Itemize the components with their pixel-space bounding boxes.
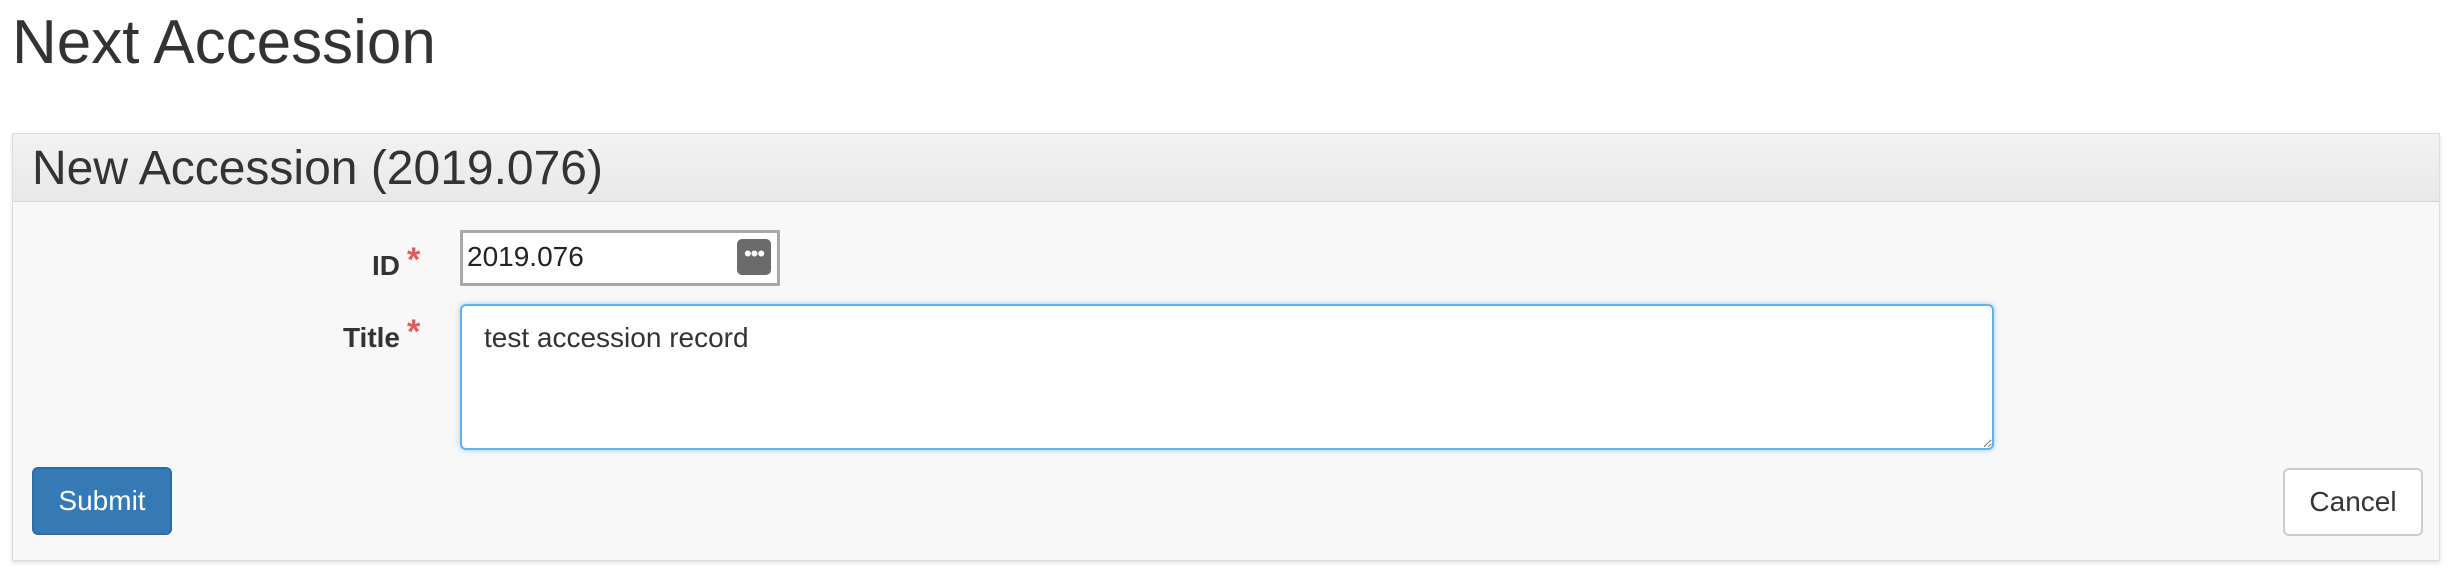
cancel-button[interactable]: Cancel — [2283, 468, 2423, 536]
submit-button[interactable]: Submit — [32, 467, 172, 535]
more-options-icon[interactable]: ••• — [737, 239, 771, 275]
id-field[interactable]: ••• — [460, 230, 780, 286]
panel-title: New Accession (2019.076) — [32, 142, 603, 195]
id-input[interactable] — [467, 239, 717, 275]
title-required-icon: * — [407, 313, 421, 351]
title-label: Title — [342, 322, 400, 353]
title-textarea[interactable]: test accession record — [460, 304, 1994, 450]
page-title: Next Accession — [12, 8, 436, 77]
id-label: ID — [372, 250, 400, 281]
panel-header: New Accession (2019.076) — [13, 134, 2439, 202]
id-required-icon: * — [407, 241, 421, 279]
